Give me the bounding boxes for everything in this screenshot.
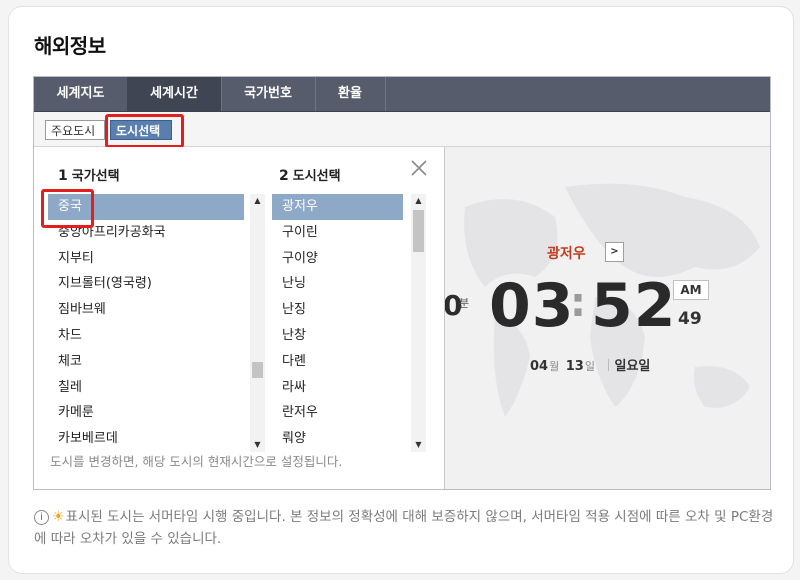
list-item-city[interactable]: 난징 — [272, 297, 403, 323]
scroll-thumb[interactable] — [413, 210, 424, 252]
list-item-country[interactable]: 지브롤터(영국령) — [48, 271, 244, 297]
list-item-country[interactable]: 카보베르데 — [48, 426, 244, 452]
country-step-header: 1 국가선택 — [58, 168, 120, 184]
ampm-badge: AM — [673, 280, 709, 300]
list-item-country[interactable]: 체코 — [48, 349, 244, 375]
list-item-city[interactable]: 난닝 — [272, 271, 403, 297]
daylight-saving-notice: i ☀표시된 도시는 서머타임 시행 중입니다. 본 정보의 정확성에 대해 보증… — [34, 506, 774, 550]
tab-world-time[interactable]: 세계시간 — [127, 77, 222, 111]
clock-hours: 03 — [489, 271, 575, 341]
scroll-down-icon[interactable]: ▼ — [250, 438, 265, 452]
scroll-down-icon[interactable]: ▼ — [411, 438, 426, 452]
list-item-city[interactable]: 난창 — [272, 323, 403, 349]
tab-exchange-rate[interactable]: 환율 — [315, 77, 386, 111]
list-item-city[interactable]: 광저우 — [272, 194, 403, 220]
clock-seconds: 49 — [678, 309, 702, 329]
major-cities-button[interactable]: 주요도시 — [45, 120, 105, 140]
tab-country-code[interactable]: 국가번호 — [221, 77, 316, 111]
clock-date: 04월 13일 일요일 — [530, 359, 651, 374]
tab-world-map[interactable]: 세계지도 — [34, 77, 128, 111]
city-step-header: 2 도시선택 — [279, 168, 341, 184]
list-item-country[interactable]: 카메룬 — [48, 400, 244, 426]
list-item-country[interactable]: 차드 — [48, 323, 244, 349]
scroll-thumb[interactable] — [252, 362, 263, 378]
country-scrollbar[interactable]: ▲ ▼ — [250, 194, 265, 452]
list-item-country[interactable]: 짐바브웨 — [48, 297, 244, 323]
city-list: 광저우 구이린 구이양 난닝 난징 난창 다롄 라싸 란저우 뤄양 — [272, 194, 403, 452]
hint-text: 도시를 변경하면, 해당 도시의 현재시간으로 설정됩니다. — [50, 454, 343, 469]
list-item-city[interactable]: 라싸 — [272, 375, 403, 401]
highlight-country — [41, 189, 94, 228]
next-city-button[interactable]: > — [605, 242, 624, 262]
scroll-up-icon[interactable]: ▲ — [250, 194, 265, 208]
tab-bar: 세계지도 세계시간 국가번호 환율 — [34, 77, 770, 112]
city-scrollbar[interactable]: ▲ ▼ — [411, 194, 426, 452]
clock-colon: : — [570, 280, 586, 326]
close-icon[interactable] — [408, 157, 430, 179]
adjacent-clock-unit: 분 — [459, 297, 470, 310]
world-time-widget: 세계지도 세계시간 국가번호 환율 주요도시 도시선택 1 국가선택 2 도시선택 … — [33, 76, 771, 490]
clock-city-name: 광저우 — [547, 246, 586, 262]
list-item-city[interactable]: 구이양 — [272, 246, 403, 272]
list-item-country[interactable]: 칠레 — [48, 375, 244, 401]
highlight-select-city — [105, 114, 184, 148]
info-icon: i — [34, 510, 49, 525]
clock-display: 광저우 > 0 분 03 : 52 AM 49 04월 13일 일요일 — [445, 147, 770, 489]
clock-minutes: 52 — [591, 271, 677, 341]
list-item-city[interactable]: 란저우 — [272, 400, 403, 426]
list-item-city[interactable]: 뤄양 — [272, 426, 403, 452]
sun-icon: ☀ — [52, 509, 65, 525]
page-title: 해외정보 — [34, 34, 106, 58]
list-item-city[interactable]: 다롄 — [272, 349, 403, 375]
list-item-country[interactable]: 지부티 — [48, 246, 244, 272]
scroll-up-icon[interactable]: ▲ — [411, 194, 426, 208]
list-item-city[interactable]: 구이린 — [272, 220, 403, 246]
country-list: 중국 중앙아프리카공화국 지부티 지브롤터(영국령) 짐바브웨 차드 체코 칠레… — [48, 194, 244, 452]
city-selection-panel: 1 국가선택 2 도시선택 중국 중앙아프리카공화국 지부티 지브롤터(영국령) 짐… — [34, 147, 445, 489]
